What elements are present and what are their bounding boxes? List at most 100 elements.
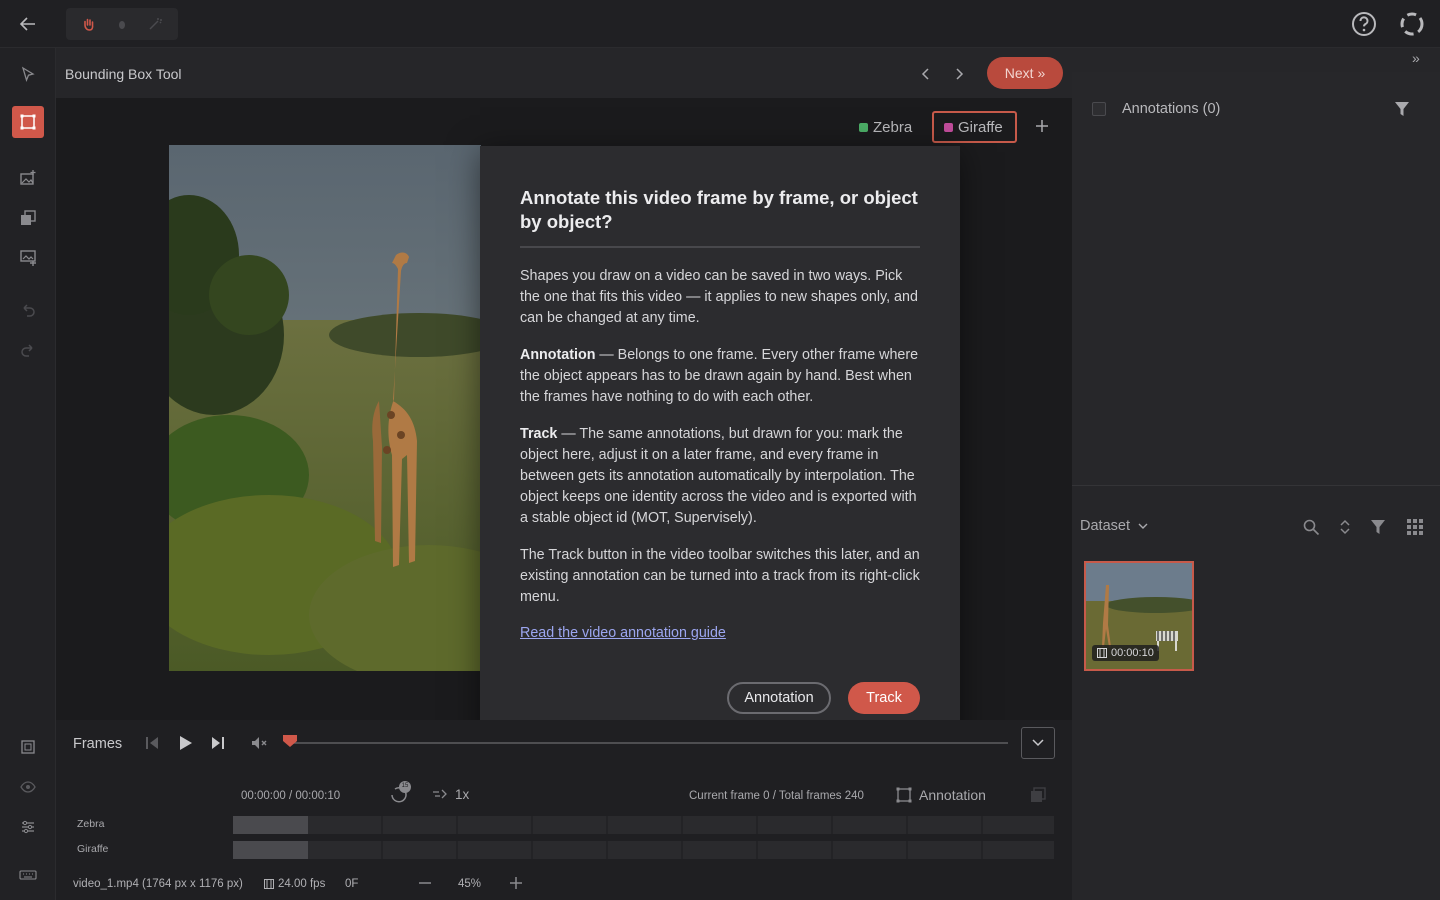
frame-info: 0F (345, 878, 359, 890)
image-settings-tool[interactable] (12, 242, 44, 274)
label-color-swatch (944, 122, 953, 132)
giraffe-scene-image (169, 145, 481, 671)
tool-title: Bounding Box Tool (65, 66, 182, 82)
sort-icon[interactable] (1339, 518, 1351, 536)
track-label: Zebra (77, 818, 105, 830)
track-term: Track (520, 426, 558, 442)
search-icon[interactable] (1302, 518, 1320, 536)
filter-icon[interactable] (1393, 100, 1411, 118)
track-lane[interactable] (233, 816, 1054, 834)
back-button[interactable] (10, 8, 46, 40)
plus-icon (510, 877, 522, 889)
previous-button[interactable] (914, 62, 938, 86)
keyboard-button[interactable] (12, 859, 44, 891)
choose-track-button[interactable]: Track (848, 682, 920, 714)
select-all-checkbox[interactable] (1092, 102, 1106, 116)
play-button[interactable] (176, 734, 194, 752)
annotation-mode-toggle[interactable]: Annotation (895, 786, 986, 804)
bbox-outline-icon (896, 787, 912, 803)
chevron-down-icon (1032, 739, 1044, 747)
forward-button[interactable] (947, 62, 971, 86)
app-logo (1398, 10, 1426, 38)
collapse-panel-icon[interactable]: » (1412, 50, 1420, 66)
playhead-handle (283, 735, 297, 747)
keyboard-icon (19, 870, 37, 880)
select-tool[interactable] (12, 58, 44, 90)
speed-icon-wrap (432, 788, 448, 800)
label-name: Zebra (873, 118, 913, 136)
next-button[interactable]: Next » (987, 57, 1063, 89)
zoom-in-button[interactable] (507, 874, 525, 892)
label-chip-giraffe[interactable]: Giraffe (932, 111, 1017, 143)
redo-icon (21, 344, 33, 357)
volume-mute-icon (252, 737, 267, 749)
cursor-icon (21, 66, 35, 82)
filter-icon[interactable] (1369, 518, 1387, 536)
current-frame-marker (233, 841, 308, 859)
label-color-swatch (859, 122, 868, 132)
step-forward-icon (212, 737, 224, 749)
dataset-selector[interactable]: Dataset (1080, 518, 1148, 534)
help-icon[interactable] (1350, 10, 1378, 38)
video-thumbnail[interactable]: 00:00:10 (1084, 561, 1194, 671)
chevron-left-icon (921, 68, 929, 80)
grid-view-icon[interactable] (1406, 518, 1424, 536)
track-lane[interactable] (233, 841, 1054, 859)
chevron-down-icon (1138, 523, 1148, 529)
chevron-right-icon (956, 68, 964, 80)
frames-label: Frames (73, 736, 123, 752)
dataset-label: Dataset (1080, 518, 1130, 534)
step-forward-button[interactable] (209, 734, 227, 752)
dialog-intro: Shapes you draw on a video can be saved … (520, 268, 918, 326)
file-info: video_1.mp4 (1764 px x 1176 px) (73, 878, 243, 890)
plus-icon (1036, 120, 1048, 132)
timeline-slider[interactable] (282, 733, 1010, 753)
step-back-button[interactable] (143, 734, 161, 752)
track-row-giraffe[interactable]: Giraffe (70, 841, 1054, 859)
minus-icon (419, 882, 431, 884)
label-chip-zebra[interactable]: Zebra (849, 111, 922, 143)
copy-frames-button[interactable] (1029, 786, 1047, 804)
dialog-divider (520, 246, 920, 248)
visibility-button[interactable] (12, 771, 44, 803)
mute-button[interactable] (250, 734, 268, 752)
redo-button[interactable] (12, 334, 44, 366)
frame-skip-count: 15 (401, 783, 409, 789)
speed-icon (433, 789, 447, 799)
thumbnail-duration: 00:00:10 (1092, 645, 1159, 661)
undo-icon (23, 304, 35, 317)
layers-icon (1031, 787, 1046, 802)
fullscreen-icon (21, 740, 35, 754)
mode-switcher (66, 8, 178, 40)
copy-icon (21, 210, 36, 225)
frame-skip-button[interactable]: 15 (388, 780, 414, 806)
bounding-box-tool[interactable] (12, 106, 44, 138)
copy-tool[interactable] (12, 202, 44, 234)
annotation-description: Annotation — Belongs to one frame. Every… (520, 345, 920, 408)
time-readout: 00:00:00 / 00:00:10 (241, 790, 341, 802)
add-label-button[interactable] (1030, 114, 1054, 138)
dialog-title: Annotate this video frame by frame, or o… (520, 187, 918, 232)
choose-annotation-button[interactable]: Annotation (727, 682, 831, 714)
collapse-timeline-button[interactable] (1021, 727, 1055, 759)
annotation-term: Annotation (520, 347, 596, 363)
zoom-out-button[interactable] (416, 874, 434, 892)
video-frame[interactable] (169, 145, 481, 671)
track-row-zebra[interactable]: Zebra (70, 816, 1054, 834)
frame-counter: Current frame 0 / Total frames 240 (689, 790, 864, 802)
fit-screen-button[interactable] (12, 731, 44, 763)
track-label: Giraffe (77, 843, 109, 855)
hand-icon[interactable] (82, 17, 96, 31)
step-back-icon (146, 737, 158, 749)
dataset-toolbar (1302, 516, 1424, 538)
undo-button[interactable] (12, 294, 44, 326)
playback-speed[interactable]: 1x (455, 787, 469, 802)
image-tool[interactable] (12, 162, 44, 194)
wand-icon[interactable] (148, 17, 162, 31)
duration-label: 00:00:10 (1111, 647, 1154, 659)
bug-icon[interactable] (116, 18, 128, 30)
guide-link[interactable]: Read the video annotation guide (520, 625, 726, 641)
left-toolbar (0, 48, 56, 900)
adjustments-button[interactable] (12, 811, 44, 843)
image-edit-icon (20, 250, 36, 266)
